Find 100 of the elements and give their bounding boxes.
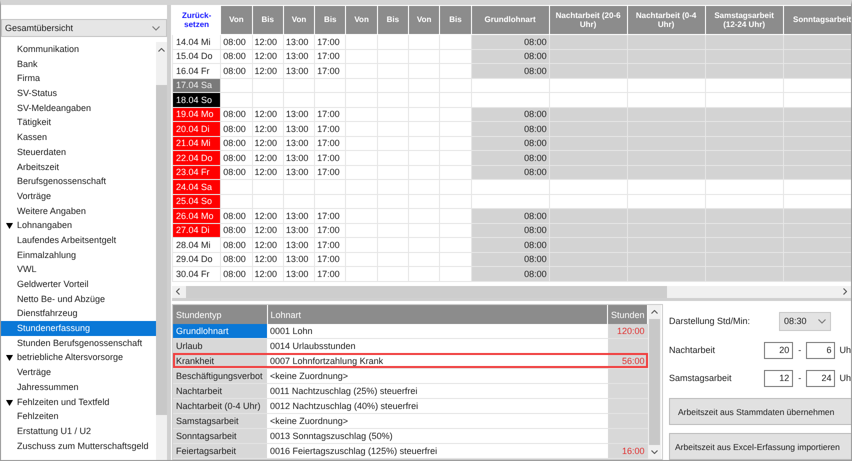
hour-type-cell[interactable]: Urlaub bbox=[173, 338, 267, 354]
from-field[interactable]: 12 bbox=[764, 370, 794, 386]
hours-cell: 08:00 bbox=[524, 167, 547, 178]
column-header: Bis bbox=[252, 6, 284, 34]
wage-type-cell: 0013 Sonntagszuschlag (50%) bbox=[267, 428, 608, 444]
time-cell: 17:00 bbox=[317, 167, 340, 178]
tree-item[interactable]: Jahressummen bbox=[1, 380, 156, 394]
time-cell: 17:00 bbox=[317, 225, 340, 236]
tree-item[interactable]: Fehlzeiten und Textfeld bbox=[1, 394, 156, 410]
time-cell: 13:00 bbox=[286, 268, 308, 279]
time-cell: 12:00 bbox=[254, 240, 278, 250]
scroll-left-icon bbox=[176, 288, 180, 295]
hour-type-cell[interactable]: Sonntagsarbeit bbox=[173, 428, 267, 444]
hour-type-cell[interactable]: Beschäftigungsverbot bbox=[173, 368, 267, 384]
column-header: Stunden bbox=[608, 305, 648, 324]
hour-type-cell[interactable]: Nachtarbeit (0-4 Uhr) bbox=[173, 398, 267, 414]
tree-item[interactable]: Stundenerfassung bbox=[1, 321, 156, 336]
column-header: Samstagsarbeit (12-24 Uhr) bbox=[705, 6, 784, 34]
scrollbar[interactable] bbox=[648, 305, 661, 459]
action-button[interactable]: Arbeitszeit aus Excel-Erfassung importieren bbox=[669, 433, 851, 460]
time-cell: 12:00 bbox=[254, 124, 278, 134]
tree-item[interactable]: Arbeitszeit bbox=[1, 160, 156, 174]
expand-triangle-icon bbox=[6, 355, 13, 362]
tree-item[interactable]: Stunden Berufsgenossenschaft bbox=[1, 336, 156, 350]
wage-type-cell: 0011 Nachtzuschlag (25%) steuerfrei bbox=[267, 383, 608, 398]
to-field[interactable]: 24 bbox=[806, 370, 836, 386]
hours-cell: 08:00 bbox=[524, 225, 547, 236]
tree-item[interactable]: Lohnangaben bbox=[1, 218, 156, 233]
date-cell: 24.04 Sa bbox=[172, 180, 221, 194]
scroll-up-icon bbox=[158, 48, 165, 52]
tree-item[interactable]: Einmalzahlung bbox=[1, 248, 156, 262]
tree-item[interactable]: Steuerdaten bbox=[1, 144, 156, 160]
time-cell: 08:00 bbox=[223, 109, 246, 120]
time-cell: 12:00 bbox=[254, 225, 278, 236]
action-button[interactable]: Arbeitszeit aus Stammdaten übernehmen bbox=[669, 398, 851, 425]
view-dropdown[interactable]: Gesamtübersicht bbox=[1, 19, 167, 37]
display-label: Darstellung Std/Min: bbox=[669, 316, 752, 326]
hours-cell: 08:00 bbox=[524, 210, 547, 221]
date-cell: 21.04 Mi bbox=[172, 136, 221, 150]
date-cell: 17.04 Sa bbox=[172, 78, 221, 92]
tree-item[interactable]: Geldwerter Vorteil bbox=[1, 277, 156, 292]
time-cell: 12:00 bbox=[254, 152, 278, 163]
tree-item[interactable]: SV-Status bbox=[1, 86, 156, 101]
date-cell: 25.04 So bbox=[172, 194, 221, 208]
time-cell: 13:00 bbox=[286, 124, 308, 134]
time-cell: 13:00 bbox=[286, 225, 308, 236]
tree-item[interactable]: Berufsgenossenschaft bbox=[1, 174, 156, 189]
hour-type-cell[interactable]: Samstagsarbeit bbox=[173, 413, 267, 428]
hour-type-cell[interactable]: Feiertagsarbeit bbox=[173, 443, 267, 458]
tree-item[interactable]: VWL bbox=[1, 262, 156, 277]
column-header: Nachtarbeit (0-4 Uhr) bbox=[627, 6, 706, 34]
hours-cell: 08:00 bbox=[524, 268, 547, 279]
expand-triangle-icon bbox=[6, 400, 13, 406]
column-header: Bis bbox=[314, 6, 346, 34]
hours-cell: 56:00 bbox=[622, 356, 644, 366]
time-cell: 13:00 bbox=[286, 51, 308, 62]
tree-item[interactable]: Kassen bbox=[1, 130, 156, 145]
tree-item[interactable]: Fehlzeiten bbox=[1, 409, 156, 424]
time-cell: 08:00 bbox=[223, 167, 246, 178]
time-cell: 13:00 bbox=[286, 167, 308, 178]
tree-item[interactable]: betriebliche Altersvorsorge bbox=[1, 350, 156, 366]
tree-item[interactable]: Zuschuss zum Mutterschaftsgeld bbox=[1, 438, 156, 454]
tree-item[interactable]: Tätigkeit bbox=[1, 115, 156, 130]
range-label: Nachtarbeit bbox=[669, 345, 716, 355]
tree-item[interactable]: Firma bbox=[1, 71, 156, 86]
time-cell: 17:00 bbox=[317, 109, 340, 120]
time-cell: 08:00 bbox=[223, 152, 246, 163]
chevron-down-icon bbox=[152, 26, 160, 30]
column-header: Grundlohnart bbox=[471, 6, 550, 34]
time-cell: 13:00 bbox=[286, 66, 308, 76]
hour-type-cell[interactable]: Grundlohnart bbox=[173, 324, 267, 338]
display-format-dropdown[interactable]: 08:30 bbox=[779, 312, 831, 330]
time-cell: 12:00 bbox=[254, 268, 278, 279]
tree-item[interactable]: Laufendes Arbeitsentgelt bbox=[1, 232, 156, 248]
hours-cell: 120:00 bbox=[616, 326, 644, 336]
tree-item[interactable]: Kommunikation bbox=[1, 42, 156, 57]
time-cell: 17:00 bbox=[317, 36, 340, 47]
tree-item[interactable]: Erstattung U1 / U2 bbox=[1, 424, 156, 439]
date-cell: 29.04 Do bbox=[172, 252, 221, 266]
tree-item[interactable]: Dienstfahrzeug bbox=[1, 306, 156, 322]
scrollbar[interactable] bbox=[156, 42, 167, 460]
hour-type-cell[interactable]: Krankheit bbox=[173, 353, 267, 368]
time-cell: 17:00 bbox=[317, 152, 340, 163]
tree-item[interactable]: Bank bbox=[1, 56, 156, 72]
date-cell: 26.04 Mo bbox=[172, 208, 221, 223]
wage-type-cell: 0012 Nachtzuschlag (40%) steuerfrei bbox=[267, 398, 608, 414]
tree-item[interactable]: Vorträge bbox=[1, 188, 156, 204]
tree-item[interactable]: Weitere Angaben bbox=[1, 204, 156, 218]
to-field[interactable]: 6 bbox=[806, 342, 836, 358]
from-field[interactable]: 20 bbox=[764, 342, 794, 358]
time-cell: 13:00 bbox=[286, 254, 308, 264]
horizontal-scrollbar[interactable] bbox=[172, 286, 851, 298]
tree-item[interactable]: SV-Meldeangaben bbox=[1, 100, 156, 116]
tree-item[interactable]: Netto Be- und Abzüge bbox=[1, 292, 156, 306]
date-cell: 14.04 Mi bbox=[172, 34, 221, 49]
time-cell: 08:00 bbox=[223, 268, 246, 279]
hour-type-cell[interactable]: Nachtarbeit bbox=[173, 383, 267, 398]
date-cell: 23.04 Fr bbox=[172, 165, 221, 180]
column-header: Lohnart bbox=[267, 305, 608, 324]
tree-item[interactable]: Verträge bbox=[1, 365, 156, 380]
